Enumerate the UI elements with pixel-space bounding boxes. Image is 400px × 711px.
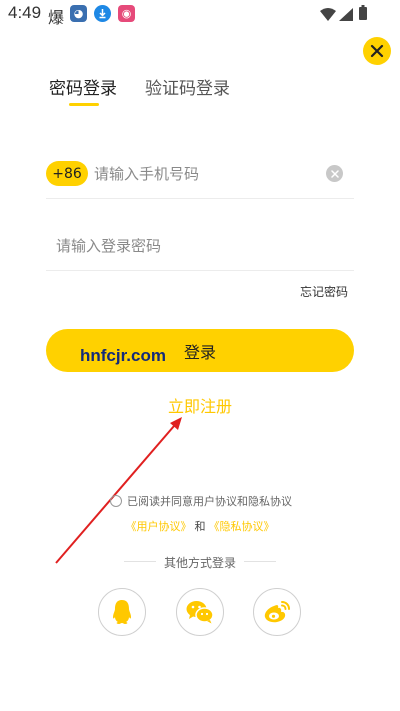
tab-code-login[interactable]: 验证码登录 bbox=[145, 74, 230, 99]
agreement-links: 《用户协议》和《隐私协议》 bbox=[0, 518, 400, 534]
flame-icon: 爆 bbox=[48, 8, 65, 27]
app-icon-2: ◉ bbox=[118, 5, 135, 22]
clear-phone-button[interactable] bbox=[326, 165, 343, 182]
tab-password-login[interactable]: 密码登录 bbox=[49, 74, 117, 99]
weibo-icon bbox=[264, 601, 290, 623]
agreement-radio[interactable] bbox=[110, 495, 122, 507]
country-code-selector[interactable]: +86 bbox=[46, 161, 88, 186]
agreement-row[interactable]: 已阅读并同意用户协议和隐私协议 bbox=[110, 493, 292, 509]
password-divider bbox=[46, 270, 354, 271]
watermark-text: hnfcjr.com bbox=[80, 346, 166, 365]
phone-divider bbox=[46, 198, 354, 199]
other-login-line-right bbox=[244, 561, 276, 562]
wifi-icon bbox=[320, 6, 336, 25]
close-icon bbox=[370, 44, 384, 58]
agreement-text: 已阅读并同意用户协议和隐私协议 bbox=[127, 495, 292, 508]
status-time: 4:49 bbox=[8, 3, 42, 22]
user-agreement-link[interactable]: 《用户协议》 bbox=[126, 520, 192, 533]
clear-icon bbox=[330, 169, 339, 178]
signal-icon bbox=[339, 6, 353, 25]
register-link[interactable]: 立即注册 bbox=[0, 393, 400, 417]
download-icon bbox=[94, 5, 111, 22]
status-bar: 4:49 爆 ◕ ◉ bbox=[0, 0, 400, 28]
app-icon-1: ◕ bbox=[70, 5, 87, 22]
weibo-login-button[interactable] bbox=[253, 588, 301, 636]
phone-input[interactable] bbox=[94, 161, 314, 186]
and-text: 和 bbox=[194, 520, 206, 533]
qq-icon bbox=[113, 600, 131, 624]
active-tab-indicator bbox=[69, 103, 99, 106]
qq-login-button[interactable] bbox=[98, 588, 146, 636]
battery-icon bbox=[359, 5, 367, 24]
wechat-icon bbox=[186, 601, 214, 624]
privacy-agreement-link[interactable]: 《隐私协议》 bbox=[209, 520, 275, 533]
login-button-label: 登录 bbox=[183, 342, 216, 362]
password-input[interactable] bbox=[56, 233, 336, 259]
close-button[interactable] bbox=[363, 37, 391, 65]
other-login-label: 其他方式登录 bbox=[163, 556, 236, 570]
wechat-login-button[interactable] bbox=[176, 588, 224, 636]
forgot-password-link[interactable]: 忘记密码 bbox=[290, 283, 348, 300]
